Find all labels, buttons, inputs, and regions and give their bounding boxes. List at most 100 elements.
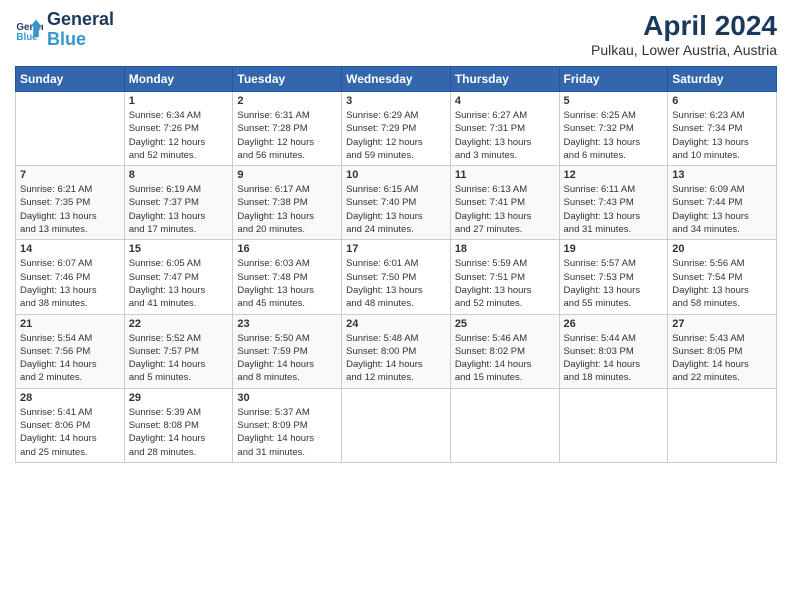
day-number: 8 xyxy=(129,169,229,181)
cell-w1-d5: 4 Sunrise: 6:27 AMSunset: 7:31 PMDaylight… xyxy=(450,92,559,166)
cell-w5-d4 xyxy=(342,388,451,462)
cell-w3-d2: 15 Sunrise: 6:05 AMSunset: 7:47 PMDayligh… xyxy=(124,240,233,314)
location-subtitle: Pulkau, Lower Austria, Austria xyxy=(591,42,777,58)
cell-content: Sunrise: 6:34 AMSunset: 7:26 PMDaylight:… xyxy=(129,110,206,161)
col-wednesday: Wednesday xyxy=(342,67,451,92)
cell-content: Sunrise: 6:03 AMSunset: 7:48 PMDaylight:… xyxy=(237,258,314,309)
cell-w3-d1: 14Sunrise: 6:07 AMSunset: 7:46 PMDayligh… xyxy=(16,240,125,314)
cell-w2-d7: 13Sunrise: 6:09 AMSunset: 7:44 PMDayligh… xyxy=(668,166,777,240)
cell-w1-d2: 1 Sunrise: 6:34 AMSunset: 7:26 PMDaylight… xyxy=(124,92,233,166)
cell-content: Sunrise: 5:59 AMSunset: 7:51 PMDaylight:… xyxy=(455,258,532,309)
cell-w4-d6: 26Sunrise: 5:44 AMSunset: 8:03 PMDayligh… xyxy=(559,314,668,388)
cell-w2-d3: 9 Sunrise: 6:17 AMSunset: 7:38 PMDaylight… xyxy=(233,166,342,240)
cell-w1-d4: 3 Sunrise: 6:29 AMSunset: 7:29 PMDaylight… xyxy=(342,92,451,166)
day-number: 30 xyxy=(237,392,337,404)
cell-w2-d2: 8 Sunrise: 6:19 AMSunset: 7:37 PMDaylight… xyxy=(124,166,233,240)
cell-w3-d6: 19Sunrise: 5:57 AMSunset: 7:53 PMDayligh… xyxy=(559,240,668,314)
week-row-5: 28 Sunrise: 5:41 AMSunset: 8:06 PMDayligh… xyxy=(16,388,777,462)
cell-content: Sunrise: 6:27 AMSunset: 7:31 PMDaylight:… xyxy=(455,110,532,161)
cell-content: Sunrise: 6:19 AMSunset: 7:37 PMDaylight:… xyxy=(129,184,206,235)
cell-w5-d7 xyxy=(668,388,777,462)
cell-w2-d1: 7 Sunrise: 6:21 AMSunset: 7:35 PMDaylight… xyxy=(16,166,125,240)
cell-content: Sunrise: 6:01 AMSunset: 7:50 PMDaylight:… xyxy=(346,258,423,309)
cell-content: Sunrise: 6:31 AMSunset: 7:28 PMDaylight:… xyxy=(237,110,314,161)
cell-w3-d5: 18 Sunrise: 5:59 AMSunset: 7:51 PMDayligh… xyxy=(450,240,559,314)
cell-content: Sunrise: 6:05 AMSunset: 7:47 PMDaylight:… xyxy=(129,258,206,309)
cell-content: Sunrise: 5:41 AMSunset: 8:06 PMDaylight:… xyxy=(20,407,97,458)
cell-w4-d7: 27 Sunrise: 5:43 AMSunset: 8:05 PMDayligh… xyxy=(668,314,777,388)
col-monday: Monday xyxy=(124,67,233,92)
cell-w4-d4: 24 Sunrise: 5:48 AMSunset: 8:00 PMDayligh… xyxy=(342,314,451,388)
cell-content: Sunrise: 6:25 AMSunset: 7:32 PMDaylight:… xyxy=(564,110,641,161)
day-number: 24 xyxy=(346,318,446,330)
cell-content: Sunrise: 5:44 AMSunset: 8:03 PMDaylight:… xyxy=(564,333,641,384)
logo-icon: General Blue xyxy=(15,16,43,44)
calendar-table: Sunday Monday Tuesday Wednesday Thursday… xyxy=(15,66,777,463)
cell-content: Sunrise: 5:46 AMSunset: 8:02 PMDaylight:… xyxy=(455,333,532,384)
cell-content: Sunrise: 5:50 AMSunset: 7:59 PMDaylight:… xyxy=(237,333,314,384)
cell-w5-d6 xyxy=(559,388,668,462)
cell-content: Sunrise: 6:15 AMSunset: 7:40 PMDaylight:… xyxy=(346,184,423,235)
cell-w1-d6: 5Sunrise: 6:25 AMSunset: 7:32 PMDaylight… xyxy=(559,92,668,166)
day-number: 7 xyxy=(20,169,120,181)
day-number: 16 xyxy=(237,243,337,255)
col-sunday: Sunday xyxy=(16,67,125,92)
calendar-header: Sunday Monday Tuesday Wednesday Thursday… xyxy=(16,67,777,92)
cell-w3-d3: 16 Sunrise: 6:03 AMSunset: 7:48 PMDayligh… xyxy=(233,240,342,314)
day-number: 28 xyxy=(20,392,120,404)
week-row-3: 14Sunrise: 6:07 AMSunset: 7:46 PMDayligh… xyxy=(16,240,777,314)
day-number: 22 xyxy=(129,318,229,330)
day-number: 4 xyxy=(455,95,555,107)
week-row-1: 1 Sunrise: 6:34 AMSunset: 7:26 PMDaylight… xyxy=(16,92,777,166)
cell-w2-d5: 11Sunrise: 6:13 AMSunset: 7:41 PMDayligh… xyxy=(450,166,559,240)
cell-content: Sunrise: 6:29 AMSunset: 7:29 PMDaylight:… xyxy=(346,110,423,161)
cell-content: Sunrise: 5:43 AMSunset: 8:05 PMDaylight:… xyxy=(672,333,749,384)
week-row-2: 7 Sunrise: 6:21 AMSunset: 7:35 PMDaylight… xyxy=(16,166,777,240)
day-number: 27 xyxy=(672,318,772,330)
page-header: General Blue General Blue April 2024 Pul… xyxy=(15,10,777,58)
cell-content: Sunrise: 6:17 AMSunset: 7:38 PMDaylight:… xyxy=(237,184,314,235)
cell-content: Sunrise: 6:07 AMSunset: 7:46 PMDaylight:… xyxy=(20,258,97,309)
day-number: 20 xyxy=(672,243,772,255)
cell-w4-d5: 25Sunrise: 5:46 AMSunset: 8:02 PMDayligh… xyxy=(450,314,559,388)
cell-w4-d2: 22 Sunrise: 5:52 AMSunset: 7:57 PMDayligh… xyxy=(124,314,233,388)
cell-w2-d6: 12Sunrise: 6:11 AMSunset: 7:43 PMDayligh… xyxy=(559,166,668,240)
day-number: 6 xyxy=(672,95,772,107)
cell-w5-d1: 28 Sunrise: 5:41 AMSunset: 8:06 PMDayligh… xyxy=(16,388,125,462)
cell-w5-d3: 30Sunrise: 5:37 AMSunset: 8:09 PMDayligh… xyxy=(233,388,342,462)
cell-w3-d7: 20 Sunrise: 5:56 AMSunset: 7:54 PMDayligh… xyxy=(668,240,777,314)
cell-content: Sunrise: 6:23 AMSunset: 7:34 PMDaylight:… xyxy=(672,110,749,161)
day-number: 13 xyxy=(672,169,772,181)
week-row-4: 21Sunrise: 5:54 AMSunset: 7:56 PMDayligh… xyxy=(16,314,777,388)
day-number: 2 xyxy=(237,95,337,107)
day-number: 1 xyxy=(129,95,229,107)
calendar-body: 1 Sunrise: 6:34 AMSunset: 7:26 PMDaylight… xyxy=(16,92,777,463)
col-friday: Friday xyxy=(559,67,668,92)
day-number: 18 xyxy=(455,243,555,255)
day-number: 9 xyxy=(237,169,337,181)
cell-content: Sunrise: 5:52 AMSunset: 7:57 PMDaylight:… xyxy=(129,333,206,384)
title-block: April 2024 Pulkau, Lower Austria, Austri… xyxy=(591,10,777,58)
cell-w1-d1 xyxy=(16,92,125,166)
cell-w4-d1: 21Sunrise: 5:54 AMSunset: 7:56 PMDayligh… xyxy=(16,314,125,388)
day-number: 3 xyxy=(346,95,446,107)
cell-w4-d3: 23Sunrise: 5:50 AMSunset: 7:59 PMDayligh… xyxy=(233,314,342,388)
day-number: 21 xyxy=(20,318,120,330)
day-number: 19 xyxy=(564,243,664,255)
day-number: 15 xyxy=(129,243,229,255)
cell-content: Sunrise: 6:13 AMSunset: 7:41 PMDaylight:… xyxy=(455,184,532,235)
logo-text-general: General xyxy=(47,10,114,30)
col-tuesday: Tuesday xyxy=(233,67,342,92)
cell-w1-d3: 2 Sunrise: 6:31 AMSunset: 7:28 PMDaylight… xyxy=(233,92,342,166)
cell-content: Sunrise: 5:56 AMSunset: 7:54 PMDaylight:… xyxy=(672,258,749,309)
cell-content: Sunrise: 5:48 AMSunset: 8:00 PMDaylight:… xyxy=(346,333,423,384)
day-number: 10 xyxy=(346,169,446,181)
day-number: 17 xyxy=(346,243,446,255)
cell-content: Sunrise: 6:21 AMSunset: 7:35 PMDaylight:… xyxy=(20,184,97,235)
cell-w3-d4: 17 Sunrise: 6:01 AMSunset: 7:50 PMDayligh… xyxy=(342,240,451,314)
cell-w2-d4: 10 Sunrise: 6:15 AMSunset: 7:40 PMDayligh… xyxy=(342,166,451,240)
cell-content: Sunrise: 5:39 AMSunset: 8:08 PMDaylight:… xyxy=(129,407,206,458)
cell-w1-d7: 6 Sunrise: 6:23 AMSunset: 7:34 PMDaylight… xyxy=(668,92,777,166)
cell-w5-d2: 29Sunrise: 5:39 AMSunset: 8:08 PMDayligh… xyxy=(124,388,233,462)
day-number: 12 xyxy=(564,169,664,181)
